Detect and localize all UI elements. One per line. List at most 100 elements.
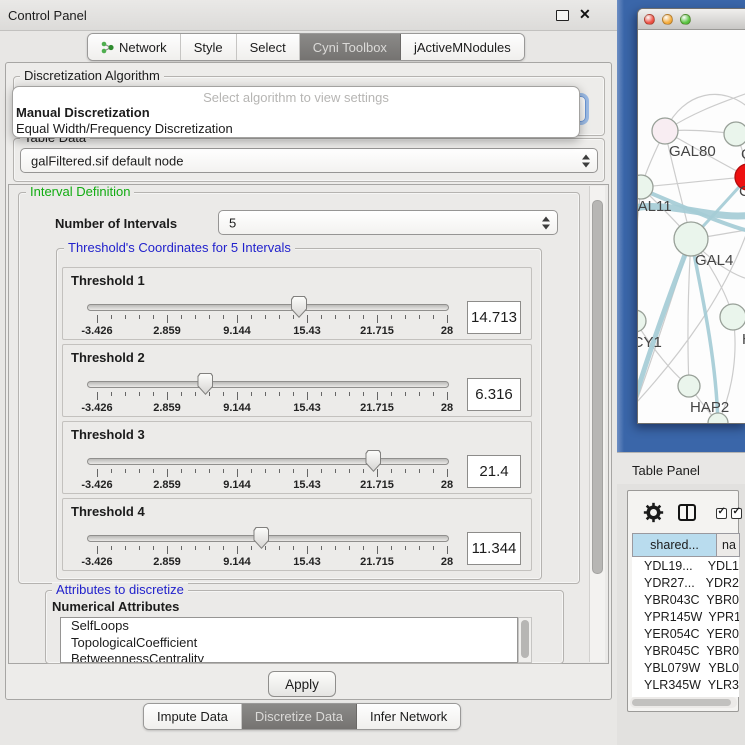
split-view-icon[interactable] [678, 504, 696, 521]
algorithm-option-manual-discretization[interactable]: Manual Discretization [16, 105, 576, 121]
column-header-shared[interactable]: shared... [632, 533, 717, 557]
tick-mark [251, 392, 252, 396]
float-window-icon[interactable] [556, 10, 569, 21]
network-window-titlebar[interactable] [638, 9, 745, 30]
network-node[interactable] [678, 375, 700, 397]
numerical-attributes-list[interactable]: SelfLoopsTopologicalCoefficientBetweenne… [60, 617, 518, 663]
table-data-combobox[interactable]: galFiltered.sif default node [20, 148, 598, 173]
threshold-label: Threshold 4 [71, 504, 145, 519]
num-intervals-combobox[interactable]: 5 [218, 210, 558, 235]
tick-mark [433, 469, 434, 473]
table-row[interactable]: YBR043CYBR0 [632, 591, 739, 608]
tab-cyni-toolbox[interactable]: Cyni Toolbox [300, 34, 401, 60]
network-node[interactable] [638, 310, 646, 332]
tick-mark [349, 546, 350, 550]
tick-mark [279, 392, 280, 396]
network-canvas[interactable]: GAL80GCGAL11GAL4GCY1HHAP2 [638, 29, 745, 423]
tab-jactivemnodules[interactable]: jActiveMNodules [401, 34, 524, 60]
close-traffic-light-icon[interactable] [644, 14, 655, 25]
network-node[interactable] [674, 222, 708, 256]
tick-label: 28 [441, 402, 453, 414]
tick-mark [391, 315, 392, 319]
zoom-traffic-light-icon[interactable] [680, 14, 691, 25]
threshold-2-value-field[interactable]: 6.316 [467, 378, 521, 411]
tick-label: 21.715 [360, 479, 394, 491]
minimize-traffic-light-icon[interactable] [662, 14, 673, 25]
node-label: GAL80 [669, 143, 716, 160]
table-horizontal-scrollbar[interactable] [630, 697, 737, 708]
dropdown-placeholder: Select algorithm to view settings [13, 90, 579, 105]
tick-mark [111, 546, 112, 550]
network-node[interactable] [720, 304, 745, 330]
checkbox-icon[interactable] [731, 508, 742, 519]
table-row[interactable]: YER054CYER0 [632, 625, 739, 642]
table-row[interactable]: YDR27...YDR2 [632, 574, 739, 591]
network-node[interactable] [724, 122, 745, 146]
tick-label: 9.144 [223, 325, 251, 337]
tick-mark [139, 469, 140, 473]
cell-shared-name: YBR043C [632, 593, 700, 607]
threshold-3-value-field[interactable]: 21.4 [467, 455, 521, 488]
tick-mark [419, 469, 420, 473]
table-row[interactable]: YLR345WYLR3 [632, 676, 739, 693]
tick-label: 21.715 [360, 402, 394, 414]
tick-mark [181, 392, 182, 396]
algorithm-option-equal-width-frequency-discretization[interactable]: Equal Width/Frequency Discretization [16, 121, 576, 137]
threshold-3-slider-track[interactable] [87, 458, 449, 465]
node-label: HAP2 [690, 399, 729, 416]
network-edge [641, 177, 745, 187]
slider-tick-labels: -3.4262.8599.14415.4321.71528 [97, 402, 447, 415]
column-header-name[interactable]: na [717, 533, 740, 557]
scrollbar-thumb[interactable] [521, 620, 529, 658]
table-row[interactable]: YPR145WYPR1 [632, 608, 739, 625]
tab-style[interactable]: Style [181, 34, 237, 60]
close-panel-icon[interactable]: ✕ [579, 6, 591, 23]
tick-mark [237, 469, 238, 477]
tick-mark [307, 315, 308, 323]
gear-icon[interactable] [643, 502, 664, 523]
list-item-topologicalcoefficient[interactable]: TopologicalCoefficient [61, 635, 517, 652]
tab-impute-data[interactable]: Impute Data [144, 704, 242, 729]
tick-mark [335, 315, 336, 319]
threshold-1-value-field[interactable]: 14.713 [467, 301, 521, 334]
tab-network[interactable]: Network [88, 34, 181, 60]
tab-discretize-data[interactable]: Discretize Data [242, 704, 357, 729]
cell-shared-name: YBR045C [632, 644, 700, 658]
cell-shared-name: YPR145W [632, 610, 702, 624]
tick-mark [433, 315, 434, 319]
tick-mark [349, 392, 350, 396]
tick-mark [307, 392, 308, 400]
attributes-list-scrollbar[interactable] [518, 617, 532, 663]
list-item-selfloops[interactable]: SelfLoops [61, 618, 517, 635]
tick-mark [251, 315, 252, 319]
dropdown-options: Manual DiscretizationEqual Width/Frequen… [16, 105, 576, 136]
list-item-betweennesscentrality[interactable]: BetweennessCentrality [61, 651, 517, 663]
tick-mark [223, 315, 224, 319]
tick-mark [307, 469, 308, 477]
network-node[interactable] [652, 118, 678, 144]
tab-infer-network[interactable]: Infer Network [357, 704, 460, 729]
scrollbar-thumb[interactable] [592, 200, 603, 574]
tick-mark [293, 315, 294, 319]
table-panel-title: Table Panel [632, 463, 700, 478]
table-row[interactable]: YBR045CYBR0 [632, 642, 739, 659]
tick-mark [391, 546, 392, 550]
checkbox-icon[interactable] [716, 508, 727, 519]
apply-button[interactable]: Apply [268, 671, 336, 697]
threshold-4-value-field[interactable]: 11.344 [467, 532, 521, 565]
scrollbar-thumb[interactable] [632, 699, 731, 706]
threshold-2-slider-track[interactable] [87, 381, 449, 388]
settings-vertical-scrollbar[interactable] [589, 186, 605, 662]
tick-mark [335, 392, 336, 396]
network-node[interactable] [638, 175, 653, 199]
tick-mark [419, 315, 420, 319]
node-label: GAL11 [638, 198, 672, 215]
tick-mark [447, 546, 448, 554]
threshold-1-slider-track[interactable] [87, 304, 449, 311]
table-row[interactable]: YDL19...YDL1 [632, 557, 739, 574]
tick-mark [125, 546, 126, 550]
table-row[interactable]: YBL079WYBL0 [632, 659, 739, 676]
combo-stepper-icon [582, 154, 590, 167]
network-window: GAL80GCGAL11GAL4GCY1HHAP2 [637, 8, 745, 424]
tab-select[interactable]: Select [237, 34, 300, 60]
